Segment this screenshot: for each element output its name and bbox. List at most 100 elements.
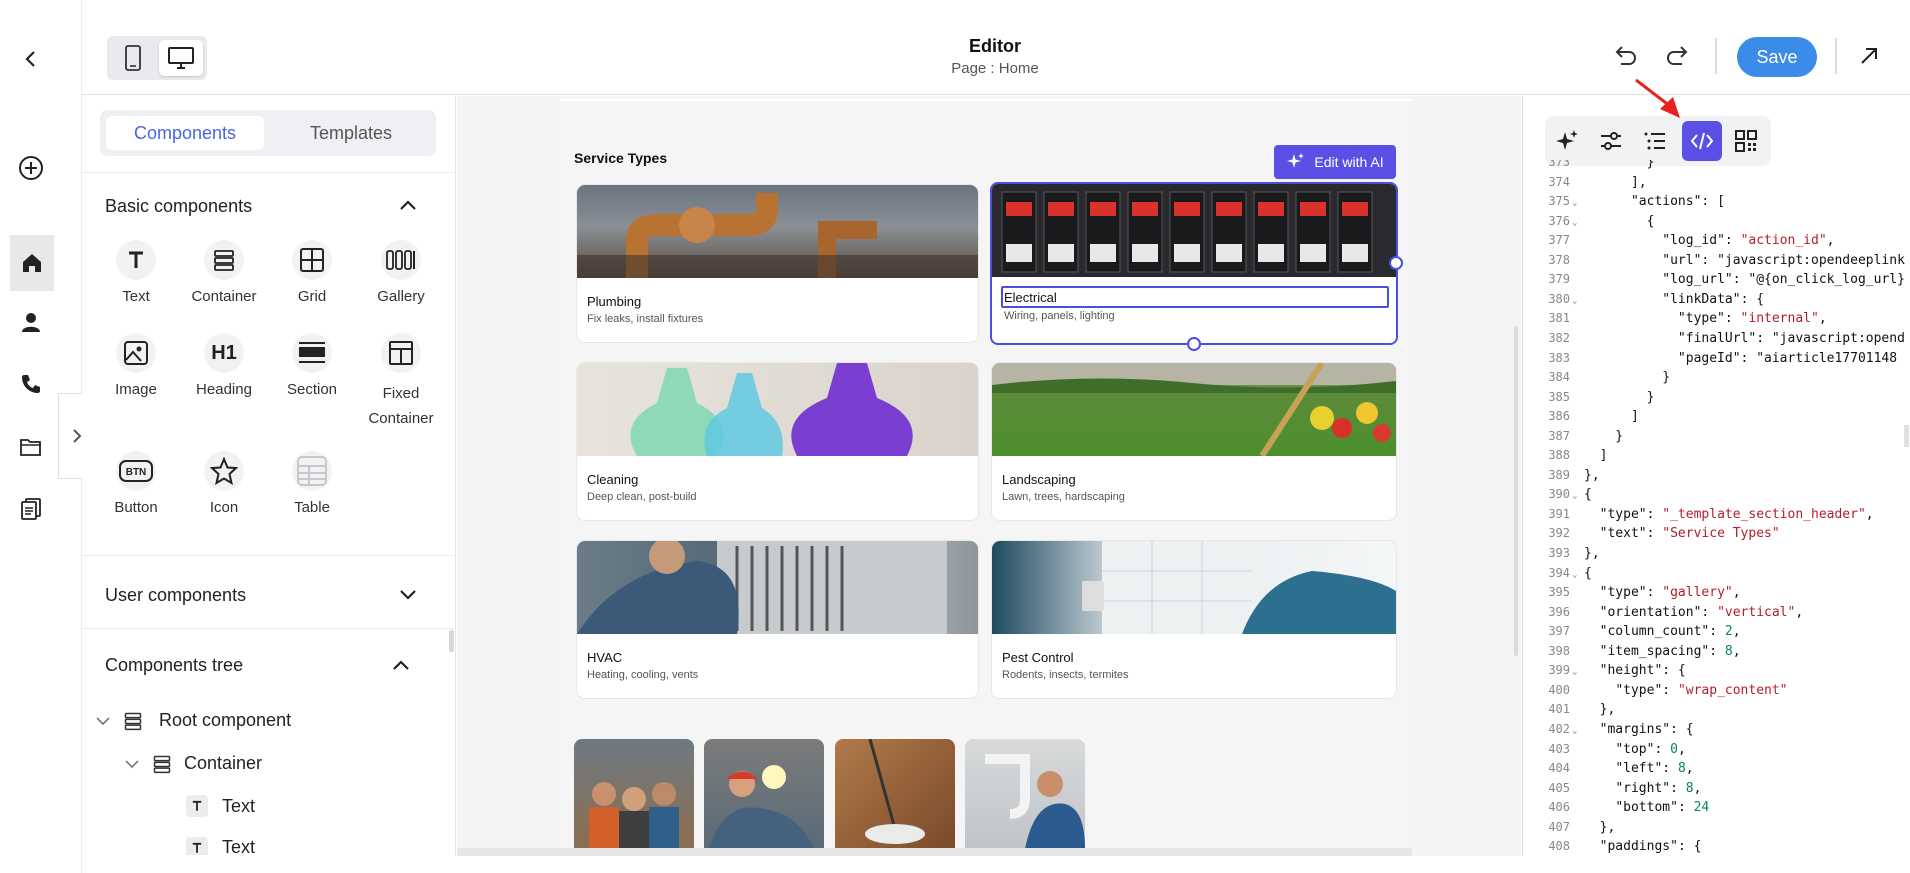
list-icon[interactable]: [1635, 121, 1675, 161]
tab-templates[interactable]: Templates: [272, 116, 430, 150]
code-text: "url": "javascript:opendeeplink: [1662, 252, 1905, 268]
pages-icon[interactable]: [8, 486, 54, 532]
line-number: 373: [1548, 160, 1570, 169]
card-subtitle: Rodents, insects, termites: [1002, 669, 1129, 681]
selected-text-outline: [1001, 286, 1389, 308]
breaker-graphic: [1127, 191, 1163, 273]
json-code-editor[interactable]: 373 } 374 ], 375 ⌄ "actions": [376 ⌄ {377 "l…: [1522, 160, 1910, 856]
back-icon[interactable]: [8, 36, 54, 82]
qr-icon[interactable]: [1726, 121, 1766, 161]
gallery-card-landscaping[interactable]: Landscaping Lawn, trees, hardscaping: [992, 363, 1396, 520]
code-text: "linkData": {: [1662, 291, 1765, 307]
thumbnail-image[interactable]: [704, 739, 824, 849]
fold-icon[interactable]: ⌄: [1572, 218, 1577, 228]
component-button[interactable]: BTN Button: [91, 451, 181, 516]
fold-icon[interactable]: ⌄: [1572, 198, 1577, 208]
gallery-card-cleaning[interactable]: Cleaning Deep clean, post-build: [577, 363, 978, 520]
code-text: "orientation": "vertical",: [1599, 604, 1804, 620]
component-table[interactable]: Table: [267, 451, 357, 516]
fold-icon[interactable]: ⌄: [1572, 296, 1577, 306]
user-icon[interactable]: [8, 299, 54, 345]
line-number: 403: [1548, 741, 1570, 756]
phone-icon[interactable]: [8, 361, 54, 407]
card-title: Cleaning: [587, 472, 639, 487]
gallery-card-electrical-selected[interactable]: Electrical Wiring, panels, lighting: [990, 182, 1398, 345]
undo-icon[interactable]: [1612, 44, 1638, 68]
component-container[interactable]: Container: [179, 240, 269, 305]
component-section[interactable]: Section: [267, 333, 357, 398]
divider: [1835, 38, 1837, 74]
code-text: "column_count": 2,: [1599, 624, 1741, 640]
save-button[interactable]: Save: [1737, 37, 1817, 77]
component-text[interactable]: Text: [91, 240, 181, 305]
code-text: },: [1584, 702, 1616, 718]
line-number: 393: [1548, 546, 1570, 560]
fold-icon[interactable]: ⌄: [1572, 570, 1577, 580]
line-number: 407: [1548, 819, 1570, 834]
thumbnail-image[interactable]: [835, 739, 955, 849]
horizontal-scrollbar[interactable]: [457, 848, 1412, 856]
card-title[interactable]: Electrical: [1004, 290, 1057, 305]
sliders-icon[interactable]: [1591, 121, 1631, 161]
component-label: Fixed Container: [368, 385, 434, 427]
code-text: },: [1584, 467, 1600, 483]
component-label: Heading: [196, 381, 252, 398]
card-title: Plumbing: [587, 294, 642, 309]
fold-icon[interactable]: ⌄: [1572, 491, 1577, 501]
gallery-card-hvac[interactable]: HVAC Heating, cooling, vents: [577, 541, 978, 698]
code-text: },: [1584, 819, 1616, 835]
card-subtitle: Deep clean, post-build: [587, 491, 697, 503]
home-icon[interactable]: [10, 235, 54, 291]
tree-item-text[interactable]: Text: [186, 795, 255, 817]
code-text: "finalUrl": "javascript:opend: [1677, 330, 1905, 346]
edit-with-ai-button[interactable]: Edit with AI: [1274, 145, 1396, 179]
gallery-card-plumbing[interactable]: Plumbing Fix leaks, install fixtures: [577, 185, 978, 342]
fold-icon[interactable]: ⌄: [1572, 726, 1577, 736]
card-title: HVAC: [587, 650, 623, 665]
line-number: 376: [1548, 213, 1570, 228]
resize-handle-bottom[interactable]: [1187, 337, 1201, 351]
scrollbar[interactable]: [449, 630, 454, 652]
container-icon: [123, 711, 143, 731]
component-label: Container: [191, 288, 257, 305]
component-heading[interactable]: H1 Heading: [179, 333, 269, 398]
component-grid[interactable]: Grid: [267, 240, 357, 305]
fold-icon[interactable]: ⌄: [1572, 667, 1577, 677]
chevron-up-icon[interactable]: [391, 658, 411, 672]
svg-text:BTN: BTN: [126, 467, 147, 478]
tab-components[interactable]: Components: [106, 116, 264, 150]
section-title[interactable]: Service Types: [574, 150, 667, 166]
thumbnail-image[interactable]: [574, 739, 694, 849]
folder-icon[interactable]: [8, 424, 54, 470]
tree-item-container[interactable]: Container: [124, 753, 262, 774]
tree-item-root[interactable]: Root component: [95, 710, 291, 731]
chevron-down-icon[interactable]: [398, 588, 418, 602]
divider: [82, 172, 456, 173]
desktop-icon[interactable]: [159, 40, 203, 76]
mobile-icon[interactable]: [111, 40, 155, 76]
line-number: 390: [1548, 487, 1570, 502]
scrollbar[interactable]: [1904, 425, 1909, 447]
user-components-title: User components: [105, 585, 247, 605]
thumbnail-image[interactable]: [965, 739, 1085, 849]
gallery-card-pest-control[interactable]: Pest Control Rodents, insects, termites: [992, 541, 1396, 698]
resize-handle-right[interactable]: [1389, 256, 1403, 270]
chevron-up-icon[interactable]: [398, 198, 418, 212]
component-image[interactable]: Image: [91, 333, 181, 398]
tree-item-text[interactable]: Text: [186, 837, 255, 855]
component-icon[interactable]: Icon: [179, 451, 269, 516]
electrical-image: [992, 184, 1396, 277]
external-link-icon[interactable]: [1858, 45, 1880, 67]
redo-icon[interactable]: [1665, 44, 1691, 68]
sparkle-icon[interactable]: [1547, 121, 1587, 161]
divider: [82, 628, 456, 629]
add-icon[interactable]: [8, 145, 54, 191]
line-number: 395: [1548, 585, 1570, 600]
code-text: "log_url": "@{on_click_log_url}: [1662, 272, 1905, 288]
section-icon: [292, 333, 332, 373]
card-subtitle: Wiring, panels, lighting: [1004, 310, 1115, 322]
component-fixed-container[interactable]: Fixed Container: [356, 333, 446, 431]
code-icon[interactable]: [1682, 121, 1722, 161]
component-gallery[interactable]: Gallery: [356, 240, 446, 305]
panel-resize-bar[interactable]: [1514, 326, 1518, 656]
